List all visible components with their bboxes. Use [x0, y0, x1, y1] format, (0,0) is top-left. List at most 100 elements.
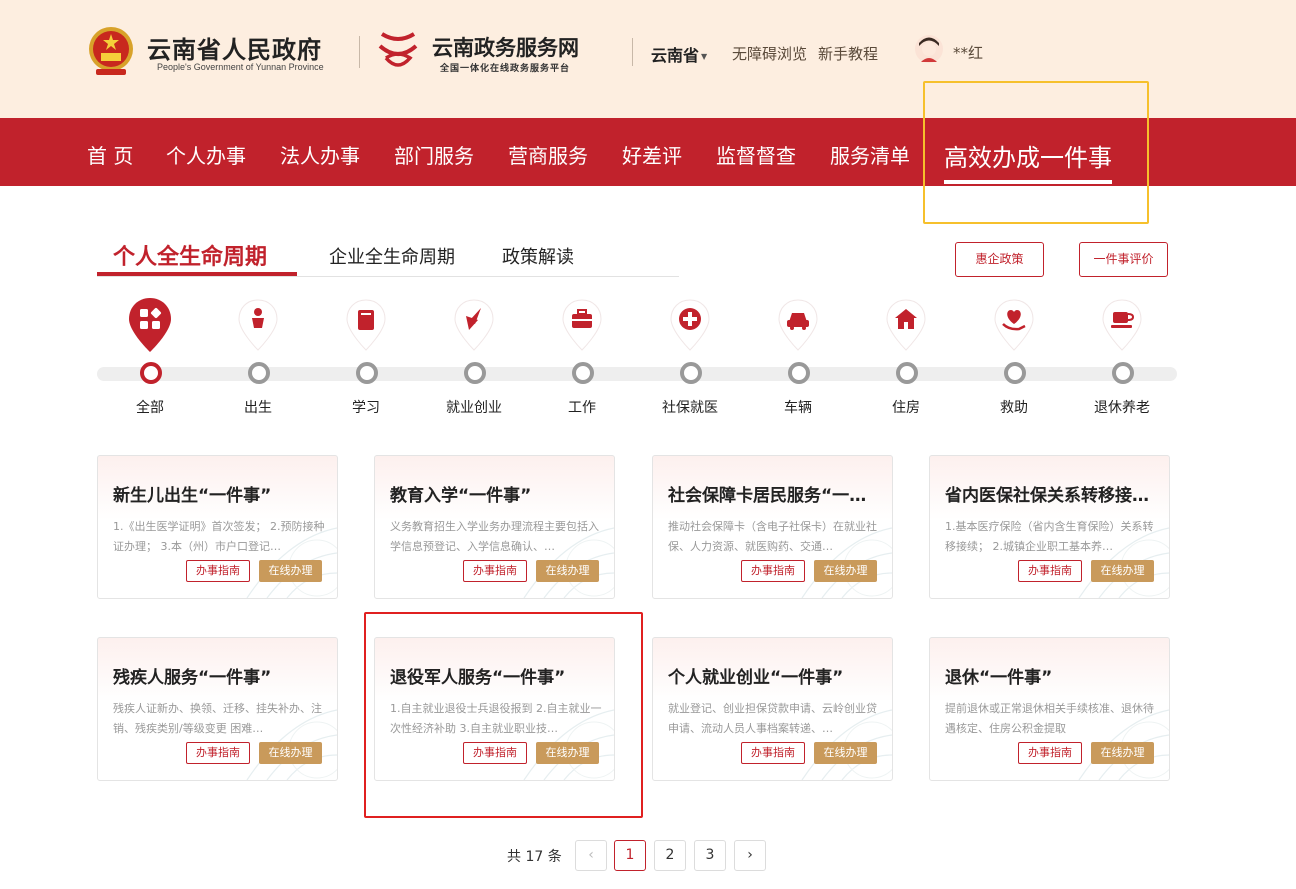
card-title: 新生儿出生“一件事” — [113, 486, 272, 506]
guide-button[interactable]: 办事指南 — [741, 742, 805, 764]
guide-button[interactable]: 办事指南 — [1018, 742, 1082, 764]
service-logo-icon — [378, 32, 418, 67]
online-apply-button[interactable]: 在线办理 — [259, 742, 322, 764]
nav-service-list[interactable]: 服务清单 — [830, 140, 910, 169]
tutorial-link[interactable]: 新手教程 — [818, 43, 878, 64]
baby-icon — [238, 299, 278, 351]
online-apply-button[interactable]: 在线办理 — [259, 560, 322, 582]
header-divider — [632, 38, 633, 66]
national-emblem-icon — [89, 27, 133, 75]
category-dot — [896, 362, 918, 384]
guide-button[interactable]: 办事指南 — [741, 560, 805, 582]
policy-button[interactable]: 惠企政策 — [955, 242, 1044, 277]
service-card[interactable]: 残疾人服务“一件事” 残疾人证新办、换领、迁移、挂失补办、注销、残疾类别/等级变… — [97, 637, 338, 781]
category-label: 工作 — [568, 400, 596, 416]
highlight-box-red — [364, 612, 643, 818]
card-title: 残疾人服务“一件事” — [113, 668, 272, 688]
card-title: 省内医保社保关系转移接续… — [945, 486, 1157, 506]
category-label: 救助 — [1000, 400, 1028, 416]
nav-supervision[interactable]: 监督督查 — [716, 140, 796, 169]
card-description: 1.《出生医学证明》首次签发； 2.预防接种证办理； 3.本（州）市户口登记… — [113, 520, 325, 553]
heart-hand-icon — [994, 299, 1034, 351]
card-description: 推动社会保障卡（含电子社保卡）在就业社保、人力资源、就医购药、交通… — [668, 520, 877, 553]
tea-cup-icon — [1102, 299, 1142, 351]
guide-button[interactable]: 办事指南 — [186, 742, 250, 764]
page-button-2[interactable]: 2 — [654, 840, 686, 871]
tab-enterprise-lifecycle[interactable]: 企业全生命周期 — [329, 243, 455, 269]
category-dot — [788, 362, 810, 384]
category-label: 学习 — [352, 400, 380, 416]
nav-home[interactable]: 首 页 — [87, 140, 133, 169]
avatar[interactable] — [914, 34, 944, 64]
category-label: 社保就医 — [662, 400, 718, 416]
nav-corporate[interactable]: 法人办事 — [280, 140, 360, 169]
tab-personal-lifecycle[interactable]: 个人全生命周期 — [113, 239, 267, 271]
header-divider — [359, 36, 360, 68]
service-card[interactable]: 新生儿出生“一件事” 1.《出生医学证明》首次签发； 2.预防接种证办理； 3.… — [97, 455, 338, 599]
card-title: 个人就业创业“一件事” — [668, 668, 844, 688]
card-title: 社会保障卡居民服务“一件… — [668, 486, 880, 506]
card-description: 义务教育招生入学业务办理流程主要包括入学信息预登记、入学信息确认、… — [390, 520, 599, 553]
grid-icon — [129, 298, 171, 352]
category-dot — [1112, 362, 1134, 384]
online-apply-button[interactable]: 在线办理 — [814, 560, 877, 582]
rocket-icon — [454, 299, 494, 351]
category-dot — [572, 362, 594, 384]
card-title: 退休“一件事” — [945, 668, 1053, 688]
online-apply-button[interactable]: 在线办理 — [1091, 742, 1154, 764]
region-label: 云南省 — [651, 46, 700, 65]
category-label: 就业创业 — [446, 400, 502, 416]
highlight-box-yellow — [923, 81, 1149, 224]
card-description: 残疾人证新办、换领、迁移、挂失补办、注销、残疾类别/等级变更 困难… — [113, 702, 322, 735]
tab-policy[interactable]: 政策解读 — [502, 243, 574, 269]
category-dot — [1004, 362, 1026, 384]
medical-cross-icon — [670, 299, 710, 351]
category-label: 车辆 — [784, 400, 812, 416]
card-title: 教育入学“一件事” — [390, 486, 532, 506]
service-subtitle: 全国一体化在线政务服务平台 — [440, 64, 571, 74]
card-description: 1.基本医疗保险（省内含生育保险）关系转移接续； 2.城镇企业职工基本养… — [945, 520, 1154, 553]
guide-button[interactable]: 办事指南 — [186, 560, 250, 582]
category-dot — [680, 362, 702, 384]
page-button-3[interactable]: 3 — [694, 840, 726, 871]
house-icon — [886, 299, 926, 351]
online-apply-button[interactable]: 在线办理 — [536, 560, 599, 582]
category-label: 出生 — [244, 400, 272, 416]
card-description: 就业登记、创业担保贷款申请、云岭创业贷申请、流动人员人事档案转递、… — [668, 702, 877, 735]
tabs-divider — [97, 276, 679, 277]
caret-down-icon: ▼ — [701, 52, 708, 61]
nav-department[interactable]: 部门服务 — [394, 140, 474, 169]
category-dot — [356, 362, 378, 384]
online-apply-button[interactable]: 在线办理 — [1091, 560, 1154, 582]
briefcase-icon — [562, 299, 602, 351]
nav-personal[interactable]: 个人办事 — [166, 140, 246, 169]
guide-button[interactable]: 办事指南 — [463, 560, 527, 582]
accessibility-link[interactable]: 无障碍浏览 — [732, 43, 807, 64]
service-card[interactable]: 个人就业创业“一件事” 就业登记、创业担保贷款申请、云岭创业贷申请、流动人员人事… — [652, 637, 893, 781]
page-button-1[interactable]: 1 — [614, 840, 646, 871]
car-icon — [778, 299, 818, 351]
nav-business-env[interactable]: 营商服务 — [508, 140, 588, 169]
evaluation-button[interactable]: 一件事评价 — [1079, 242, 1168, 277]
service-card[interactable]: 退休“一件事” 提前退休或正常退休相关手续核准、退休待遇核定、住房公积金提取 办… — [929, 637, 1170, 781]
category-dot — [248, 362, 270, 384]
online-apply-button[interactable]: 在线办理 — [814, 742, 877, 764]
category-label: 全部 — [136, 400, 164, 416]
tab-active-underline — [97, 272, 297, 276]
service-card[interactable]: 社会保障卡居民服务“一件… 推动社会保障卡（含电子社保卡）在就业社保、人力资源、… — [652, 455, 893, 599]
category-label: 住房 — [892, 400, 920, 416]
pagination-total: 共 17 条 — [507, 849, 562, 865]
gov-title: 云南省人民政府 — [147, 36, 322, 64]
prev-page-button[interactable]: ‹ — [575, 840, 607, 871]
nav-rating[interactable]: 好差评 — [622, 140, 682, 169]
service-title: 云南政务服务网 — [432, 36, 579, 60]
region-selector[interactable]: 云南省 ▼ — [651, 42, 707, 66]
username[interactable]: **红 — [953, 42, 983, 63]
guide-button[interactable]: 办事指南 — [1018, 560, 1082, 582]
category-dot — [464, 362, 486, 384]
service-card[interactable]: 省内医保社保关系转移接续… 1.基本医疗保险（省内含生育保险）关系转移接续； 2… — [929, 455, 1170, 599]
next-page-button[interactable]: › — [734, 840, 766, 871]
book-icon — [346, 299, 386, 351]
service-card[interactable]: 教育入学“一件事” 义务教育招生入学业务办理流程主要包括入学信息预登记、入学信息… — [374, 455, 615, 599]
category-label: 退休养老 — [1094, 400, 1150, 416]
